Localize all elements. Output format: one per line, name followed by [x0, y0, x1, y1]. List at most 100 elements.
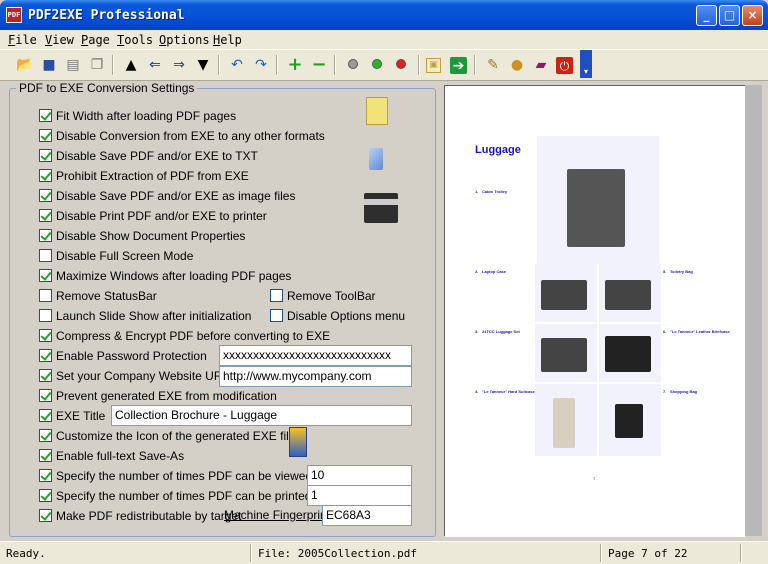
page-heading: Luggage: [475, 144, 521, 156]
website-url-field[interactable]: http://www.mycompany.com: [219, 366, 412, 387]
green-dot-icon[interactable]: [372, 59, 382, 69]
option-compress-encrypt[interactable]: Compress & Encrypt PDF before converting…: [39, 329, 330, 345]
checkbox[interactable]: [39, 489, 52, 502]
option-remove-toolbar[interactable]: Remove ToolBar: [270, 289, 376, 305]
tools-icon[interactable]: ✎: [484, 56, 502, 74]
option-company-website[interactable]: Set your Company Website URL: [39, 369, 229, 385]
option-label: Disable Save PDF and/or EXE as image fil…: [56, 189, 296, 203]
checkbox[interactable]: [39, 269, 52, 282]
option-maximize-windows[interactable]: Maximize Windows after loading PDF pages: [39, 269, 291, 285]
red-dot-icon[interactable]: [396, 59, 406, 69]
gray-dot-icon[interactable]: [348, 59, 358, 69]
option-disable-conversion[interactable]: Disable Conversion from EXE to any other…: [39, 129, 325, 145]
checkbox[interactable]: [39, 329, 52, 342]
zoom-in-icon[interactable]: +: [286, 56, 304, 74]
open-icon[interactable]: 📂: [16, 56, 34, 74]
fit-page-icon[interactable]: ▣: [426, 58, 441, 73]
book-icon[interactable]: ▰: [532, 56, 550, 74]
arrow-down-icon[interactable]: ▼: [194, 56, 212, 74]
search-document-icon: [366, 97, 388, 125]
checkbox[interactable]: [39, 169, 52, 182]
checkbox[interactable]: [39, 289, 52, 302]
view-count-field[interactable]: 10: [307, 465, 412, 486]
laptop-case-image: [541, 280, 587, 310]
option-enable-password[interactable]: Enable Password Protection: [39, 349, 207, 365]
option-disable-save-image[interactable]: Disable Save PDF and/or EXE as image fil…: [39, 189, 295, 205]
toolbar-chevron[interactable]: ▾: [580, 50, 592, 78]
title-bar[interactable]: PDF PDF2EXE Professional _ □ ×: [0, 0, 768, 30]
print-count-field[interactable]: 1: [307, 485, 412, 506]
option-prohibit-extraction[interactable]: Prohibit Extraction of PDF from EXE: [39, 169, 249, 185]
option-disable-save-txt[interactable]: Disable Save PDF and/or EXE to TXT: [39, 149, 258, 165]
checkbox[interactable]: [39, 369, 52, 382]
option-disable-fullscreen[interactable]: Disable Full Screen Mode: [39, 249, 193, 265]
power-icon[interactable]: ⏻: [556, 57, 573, 74]
checkbox[interactable]: [39, 109, 52, 122]
checkbox[interactable]: [39, 149, 52, 162]
toolbar-separator: [334, 55, 336, 75]
export-icon[interactable]: ➔: [450, 57, 467, 74]
preview-scrollbar[interactable]: [745, 85, 762, 536]
checkbox[interactable]: [39, 129, 52, 142]
option-label: Remove ToolBar: [287, 289, 376, 303]
option-prevent-modification[interactable]: Prevent generated EXE from modification: [39, 389, 277, 405]
option-label: Disable Save PDF and/or EXE to TXT: [56, 149, 258, 163]
globe-icon[interactable]: ●: [508, 56, 526, 74]
option-remove-statusbar[interactable]: Remove StatusBar: [39, 289, 157, 305]
redo-icon[interactable]: ↷: [252, 56, 270, 74]
undo-icon[interactable]: ↶: [228, 56, 246, 74]
menu-help[interactable]: Help: [213, 33, 242, 47]
status-page: Page 7 of 22: [608, 547, 688, 560]
item-number: 3.: [475, 329, 479, 334]
checkbox[interactable]: [270, 289, 283, 302]
fingerprint-field[interactable]: EC68A3: [322, 505, 412, 526]
option-fit-width[interactable]: Fit Width after loading PDF pages: [39, 109, 236, 125]
checkbox[interactable]: [270, 309, 283, 322]
maximize-button[interactable]: □: [719, 5, 740, 26]
checkbox[interactable]: [39, 409, 52, 422]
arrow-up-icon[interactable]: ▲: [122, 56, 140, 74]
print-icon[interactable]: ▤: [64, 56, 82, 74]
option-label: Specify the number of times PDF can be p…: [56, 489, 312, 503]
menu-tools[interactable]: Tools: [117, 33, 153, 47]
arrow-right-icon[interactable]: ⇒: [170, 56, 188, 74]
checkbox[interactable]: [39, 249, 52, 262]
save-icon[interactable]: ■: [40, 56, 58, 74]
checkbox[interactable]: [39, 429, 52, 442]
arrow-left-icon[interactable]: ⇐: [146, 56, 164, 74]
checkbox[interactable]: [39, 309, 52, 322]
option-full-text-save-as[interactable]: Enable full-text Save-As: [39, 449, 184, 465]
checkbox[interactable]: [39, 189, 52, 202]
option-disable-doc-properties[interactable]: Disable Show Document Properties: [39, 229, 245, 245]
exe-title-field[interactable]: Collection Brochure - Luggage: [111, 405, 412, 426]
exe-icon-preview: [289, 427, 307, 457]
copy-icon[interactable]: ❐: [88, 56, 106, 74]
close-button[interactable]: ×: [742, 5, 763, 26]
zoom-out-icon[interactable]: −: [310, 56, 328, 74]
checkbox[interactable]: [39, 349, 52, 362]
checkbox[interactable]: [39, 209, 52, 222]
checkbox[interactable]: [39, 469, 52, 482]
option-print-count[interactable]: Specify the number of times PDF can be p…: [39, 489, 311, 505]
menu-options[interactable]: Options: [159, 33, 210, 47]
checkbox[interactable]: [39, 389, 52, 402]
password-field[interactable]: xxxxxxxxxxxxxxxxxxxxxxxxxxxx: [219, 345, 412, 366]
option-launch-slideshow[interactable]: Launch Slide Show after initialization: [39, 309, 251, 325]
checkbox[interactable]: [39, 509, 52, 522]
option-exe-title[interactable]: EXE Title: [39, 409, 105, 425]
option-customize-icon[interactable]: Customize the Icon of the generated EXE …: [39, 429, 295, 445]
option-label: Maximize Windows after loading PDF pages: [56, 269, 292, 283]
option-redistributable[interactable]: Make PDF redistributable by target: [39, 509, 241, 525]
option-disable-print[interactable]: Disable Print PDF and/or EXE to printer: [39, 209, 267, 225]
checkbox[interactable]: [39, 229, 52, 242]
machine-fingerprint-link[interactable]: Machine Fingerprint: [224, 508, 330, 522]
minimize-button[interactable]: _: [696, 5, 717, 26]
option-view-count[interactable]: Specify the number of times PDF can be v…: [39, 469, 312, 485]
option-disable-options-menu[interactable]: Disable Options menu: [270, 309, 405, 325]
pdf-preview-pane[interactable]: Luggage 1. Cabin Trolley 2. Laptop Case …: [444, 85, 762, 537]
menu-page[interactable]: Page: [81, 33, 110, 47]
checkbox[interactable]: [39, 449, 52, 462]
menu-view[interactable]: View: [45, 33, 74, 47]
menu-file[interactable]: File: [8, 33, 37, 47]
option-label: Disable Conversion from EXE to any other…: [56, 129, 325, 143]
